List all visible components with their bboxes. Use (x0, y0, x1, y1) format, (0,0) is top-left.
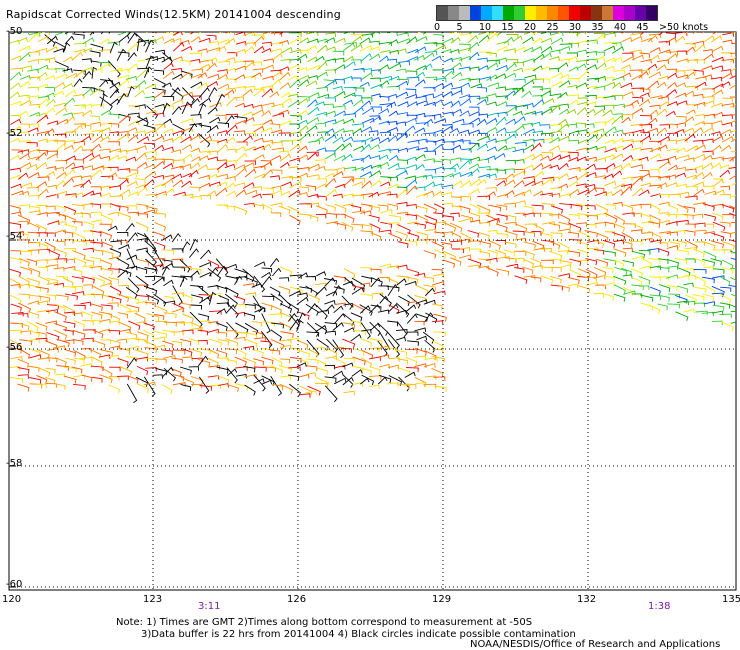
time-label-1: 3:11 (198, 601, 221, 612)
lat-label-58: -58 (6, 458, 23, 469)
lat-label-52: -52 (6, 128, 23, 139)
lon-label-120: 120 (2, 594, 22, 605)
wind-map (8, 31, 737, 591)
lat-label-54: -54 (6, 231, 23, 242)
lat-label-50: -50 (6, 26, 23, 37)
lon-label-135: 135 (722, 594, 740, 605)
lon-label-123: 123 (143, 594, 163, 605)
lon-label-129: 129 (432, 594, 452, 605)
credit-line: NOAA/NESDIS/Office of Research and Appli… (470, 639, 721, 650)
lat-label-60: -60 (6, 579, 23, 590)
lat-label-56: -56 (6, 342, 23, 353)
time-label-2: 1:38 (648, 601, 671, 612)
lon-label-126: 126 (287, 594, 307, 605)
footnotes: Note: 1) Times are GMT 2)Times along bot… (116, 617, 576, 640)
lon-label-132: 132 (577, 594, 597, 605)
footnote-line-1: Note: 1) Times are GMT 2)Times along bot… (116, 617, 533, 628)
